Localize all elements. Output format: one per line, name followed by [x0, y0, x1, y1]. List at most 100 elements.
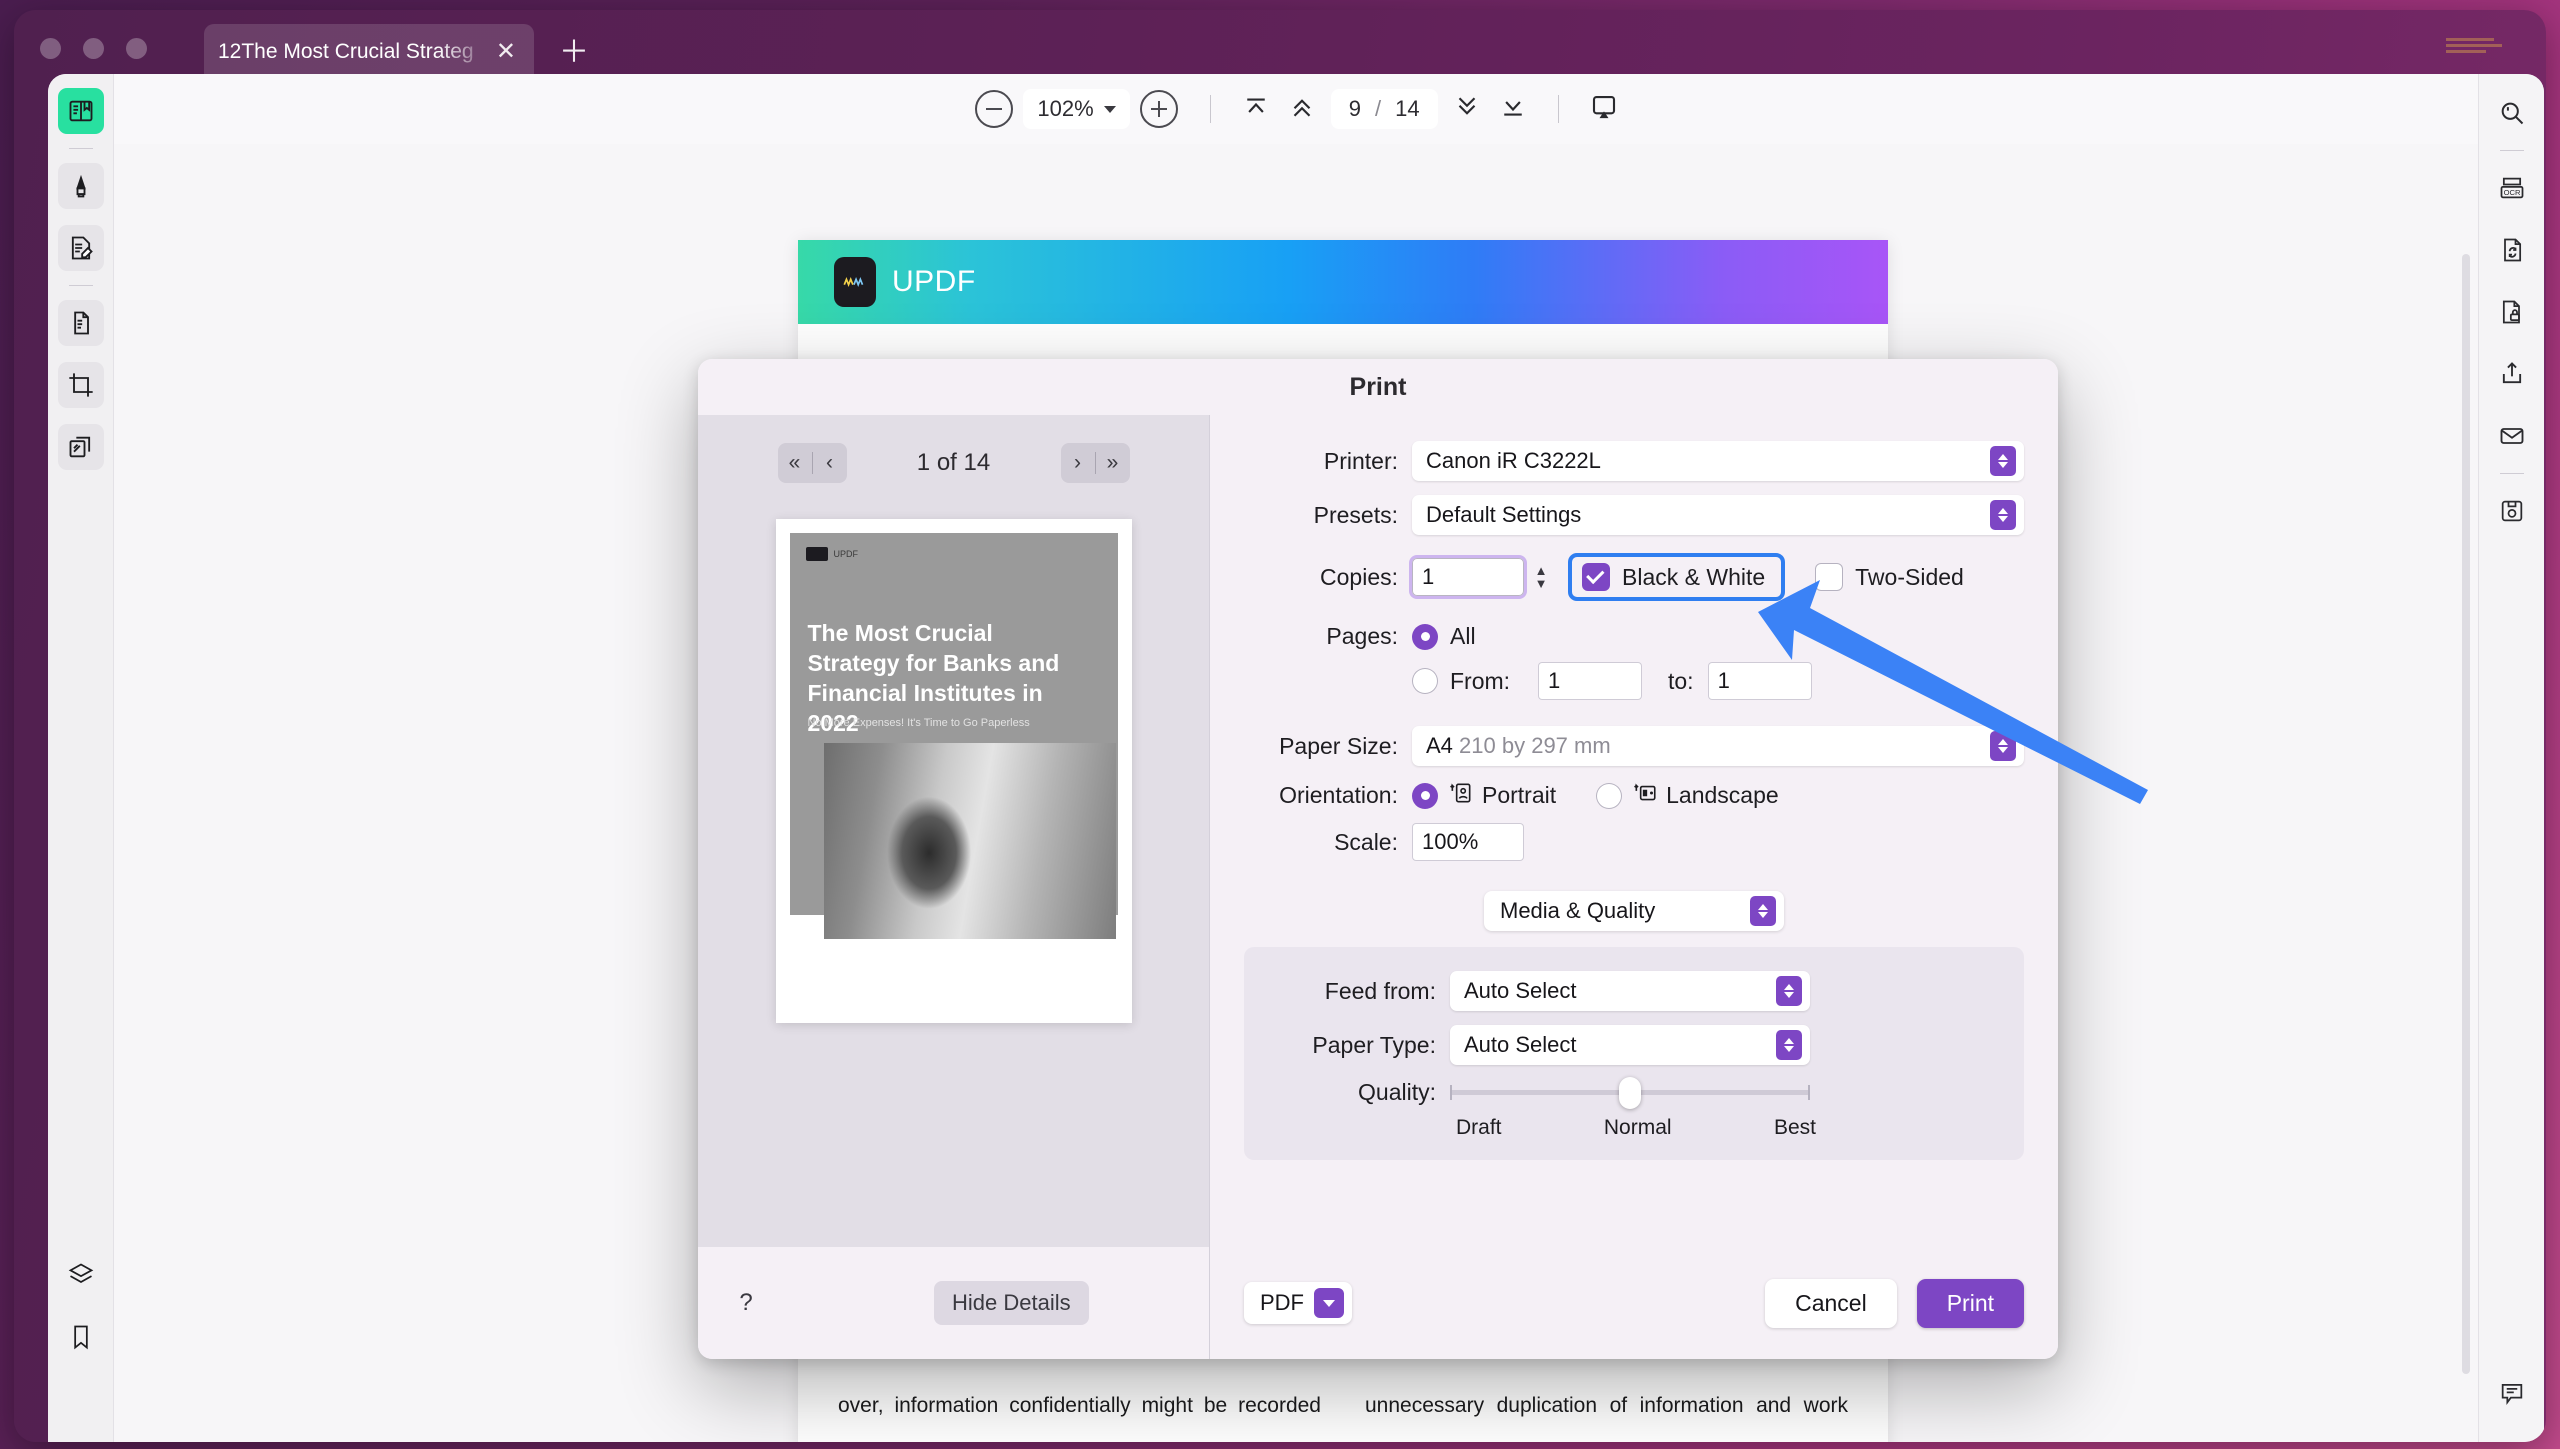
sidebar-item-reader[interactable] — [57, 88, 104, 134]
sidebar-item-email[interactable] — [2489, 413, 2535, 459]
convert-file-icon — [2498, 236, 2526, 264]
zoom-in-button[interactable] — [1139, 90, 1178, 128]
presets-select[interactable]: Default Settings — [1412, 495, 2024, 535]
sidebar-item-ocr[interactable]: OCR — [2489, 165, 2535, 211]
first-page-button[interactable] — [1233, 89, 1279, 129]
quality-row: Quality: — [1264, 1077, 2004, 1109]
next-page-icon[interactable]: › — [1061, 443, 1095, 483]
search-icon — [2498, 99, 2526, 127]
window-traffic-lights[interactable] — [40, 38, 147, 59]
chevron-down-icon[interactable]: ▼ — [1535, 577, 1548, 590]
preview-back-group[interactable]: « ‹ — [777, 443, 847, 483]
media-quality-panel: Feed from: Auto Select Paper Type: Auto … — [1244, 947, 2024, 1160]
quality-slider-knob[interactable] — [1619, 1077, 1641, 1109]
zoom-level-select[interactable]: 102% — [1023, 89, 1130, 129]
first-page-icon — [1241, 92, 1271, 127]
two-sided-checkbox[interactable] — [1815, 563, 1844, 591]
chevron-updown-icon — [1776, 1030, 1802, 1060]
print-dialog-footer: ? Hide Details PDF Cancel Print — [698, 1247, 2058, 1359]
prev-page-icon — [1287, 92, 1317, 127]
pdf-menu-button[interactable]: PDF — [1244, 1282, 1352, 1324]
prev-page-icon[interactable]: ‹ — [813, 443, 847, 483]
maximize-window-button[interactable] — [126, 38, 147, 59]
media-quality-select[interactable]: Media & Quality — [1484, 891, 1784, 931]
document-tab[interactable]: 12The Most Crucial Strateg ✕ — [204, 24, 534, 80]
orientation-portrait-radio[interactable] — [1412, 782, 1438, 809]
close-window-button[interactable] — [40, 38, 61, 59]
footer-left: ? Hide Details — [698, 1247, 1210, 1359]
pages-to-input[interactable]: 1 — [1707, 662, 1812, 700]
chevron-down-icon[interactable] — [1314, 1288, 1344, 1318]
quality-normal-label: Normal — [1603, 1116, 1672, 1139]
right-divider — [2499, 150, 2524, 151]
preview-navigation: « ‹ 1 of 14 › » — [698, 443, 1209, 483]
sidebar-item-comment[interactable] — [57, 163, 104, 209]
footer-right: PDF Cancel Print — [1210, 1247, 2058, 1359]
vertical-scrollbar[interactable] — [2462, 254, 2470, 1374]
sidebar-item-convert[interactable] — [57, 424, 104, 470]
sidebar-item-layers[interactable] — [58, 1252, 104, 1298]
pages-all-radio[interactable] — [1412, 623, 1438, 650]
printer-select[interactable]: Canon iR C3222L — [1412, 441, 2024, 481]
close-icon[interactable]: ✕ — [492, 40, 520, 64]
sidebar-item-page-tools[interactable] — [57, 300, 104, 346]
chevron-down-icon — [1103, 105, 1116, 113]
presentation-mode-button[interactable] — [1581, 89, 1627, 129]
page-number-input[interactable]: 9 / 14 — [1330, 89, 1438, 129]
plus-icon[interactable]: ＋ — [559, 38, 589, 68]
pages-range-radio[interactable] — [1412, 668, 1438, 694]
presets-label: Presets: — [1313, 501, 1398, 528]
pages-range-row: From: 1 to: 1 — [1244, 662, 2024, 700]
feed-from-label: Feed from: — [1324, 977, 1436, 1004]
sidebar-item-convert-file[interactable] — [2489, 227, 2535, 273]
reader-icon — [67, 97, 95, 125]
media-quality-section: Media & Quality Feed from: Auto Select P… — [1244, 891, 2024, 1160]
sidebar-item-share[interactable] — [2489, 351, 2535, 397]
protect-icon — [2498, 298, 2526, 326]
feed-from-select[interactable]: Auto Select — [1450, 971, 1810, 1011]
chevron-up-icon[interactable]: ▲ — [1535, 564, 1548, 577]
sidebar-item-edit-pdf[interactable] — [57, 225, 104, 271]
ocr-icon: OCR — [2498, 174, 2526, 202]
sidebar-item-bookmark[interactable] — [58, 1314, 104, 1360]
sidebar-item-crop[interactable] — [57, 362, 104, 408]
next-page-button[interactable] — [1444, 89, 1490, 129]
paper-type-select[interactable]: Auto Select — [1450, 1025, 1810, 1065]
zoom-out-button[interactable] — [975, 90, 1014, 128]
hide-details-button[interactable]: Hide Details — [934, 1281, 1089, 1325]
paragraph: over, information confidentially might b… — [838, 1394, 1321, 1417]
help-button[interactable]: ? — [728, 1285, 764, 1321]
sidebar-item-comments[interactable] — [2489, 1370, 2535, 1416]
left-sidebar — [48, 74, 114, 1442]
copies-input[interactable]: 1 — [1412, 558, 1524, 596]
black-white-checkbox[interactable] — [1582, 563, 1610, 591]
first-page-icon[interactable]: « — [778, 443, 812, 483]
preview-forward-group[interactable]: › » — [1060, 443, 1130, 483]
scale-label: Scale: — [1334, 828, 1398, 855]
sidebar-item-save[interactable] — [2489, 488, 2535, 534]
toolbar-divider-1 — [1209, 95, 1211, 123]
quality-slider[interactable] — [1450, 1077, 1810, 1109]
prev-page-button[interactable] — [1279, 89, 1325, 129]
print-button[interactable]: Print — [1916, 1278, 2024, 1328]
document-columns: over, information confidentially might b… — [838, 1380, 1848, 1442]
copies-stepper[interactable]: ▲ ▼ — [1530, 564, 1552, 590]
presets-value: Default Settings — [1426, 502, 1582, 527]
paper-size-value: A4 — [1426, 733, 1453, 758]
print-preview-pane: « ‹ 1 of 14 › » UPDF The Most Crucial St… — [698, 415, 1210, 1359]
thumbnail-logo-text: UPDF — [833, 549, 859, 559]
cancel-button[interactable]: Cancel — [1765, 1278, 1897, 1328]
last-page-icon[interactable]: » — [1096, 443, 1130, 483]
scale-input[interactable]: 100% — [1412, 823, 1524, 861]
updf-logo-icon — [834, 257, 876, 307]
sidebar-item-search[interactable] — [2489, 90, 2535, 136]
sidebar-item-protect[interactable] — [2489, 289, 2535, 335]
last-page-button[interactable] — [1490, 89, 1536, 129]
quality-slider-labels: Draft Normal Best — [1264, 1106, 1816, 1140]
printer-row: Printer: Canon iR C3222L — [1244, 441, 2024, 481]
chevron-updown-icon — [1776, 976, 1802, 1006]
pages-from-input[interactable]: 1 — [1538, 662, 1642, 700]
minimize-window-button[interactable] — [83, 38, 104, 59]
paper-size-select[interactable]: A4 210 by 297 mm — [1412, 726, 2024, 766]
orientation-landscape-radio[interactable] — [1596, 782, 1623, 809]
